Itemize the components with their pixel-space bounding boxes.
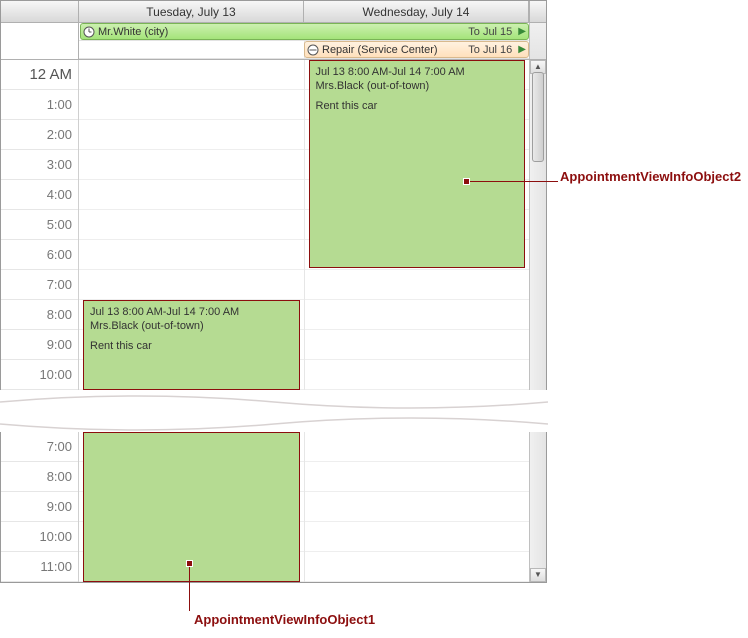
callout-dot-2 — [463, 178, 470, 185]
allday-end-label: To Jul 16 — [465, 42, 515, 58]
time-label: 8:00 — [1, 300, 78, 330]
allday-label: Mr.White (city) — [98, 24, 168, 40]
scroll-gutter-header — [529, 1, 546, 22]
appointment-body: Rent this car — [90, 339, 293, 353]
day-columns[interactable] — [79, 432, 529, 582]
vertical-scrollbar[interactable]: ▲ — [529, 60, 546, 390]
time-label: 7:00 — [1, 432, 78, 462]
callout-label-2: AppointmentViewInfoObject2 — [560, 169, 741, 184]
appointment-block-2[interactable]: Jul 13 8:00 AM-Jul 14 7:00 AM Mrs.Black … — [309, 60, 526, 268]
allday-cell — [79, 41, 305, 58]
day-header-2[interactable]: Wednesday, July 14 — [304, 1, 529, 22]
appointment-block-1[interactable]: Jul 13 8:00 AM-Jul 14 7:00 AM Mrs.Black … — [83, 300, 300, 390]
time-label: 9:00 — [1, 492, 78, 522]
time-label: 3:00 — [1, 150, 78, 180]
time-label: 6:00 — [1, 240, 78, 270]
scroll-down-button[interactable]: ▼ — [530, 568, 546, 582]
time-label: 10:00 — [1, 522, 78, 552]
time-label: 12 AM — [1, 60, 78, 90]
time-ruler: 12 AM 1:00 2:00 3:00 4:00 5:00 6:00 7:00… — [1, 60, 79, 390]
timeslot-body-top: 12 AM 1:00 2:00 3:00 4:00 5:00 6:00 7:00… — [1, 60, 546, 390]
allday-appointment-mrwhite[interactable]: Mr.White (city) To Jul 15 ▶ — [80, 23, 529, 40]
appointment-time: Jul 13 8:00 AM-Jul 14 7:00 AM — [90, 305, 293, 319]
content-break — [0, 390, 548, 426]
time-label: 10:00 — [1, 360, 78, 390]
clock-strike-icon — [307, 44, 319, 56]
day-header-1[interactable]: Tuesday, July 13 — [79, 1, 304, 22]
allday-scroll-gutter — [529, 23, 546, 59]
callout-line-1 — [189, 567, 190, 611]
allday-grid[interactable]: Mr.White (city) To Jul 15 ▶ Repair (Serv… — [79, 23, 529, 59]
time-label: 8:00 — [1, 462, 78, 492]
callout-dot-1 — [186, 560, 193, 567]
day-col-2[interactable] — [305, 432, 530, 582]
time-label: 2:00 — [1, 120, 78, 150]
time-label: 4:00 — [1, 180, 78, 210]
appointment-title: Mrs.Black (out-of-town) — [90, 319, 293, 333]
vertical-scrollbar[interactable]: ▼ — [529, 432, 546, 582]
time-label: 9:00 — [1, 330, 78, 360]
scroll-thumb[interactable] — [532, 72, 544, 162]
allday-gutter — [1, 23, 79, 59]
allday-area: Mr.White (city) To Jul 15 ▶ Repair (Serv… — [1, 23, 546, 60]
time-label: 7:00 — [1, 270, 78, 300]
time-gutter-header — [1, 1, 79, 22]
appointment-body: Rent this car — [316, 99, 519, 113]
timeslot-body-bottom: 7:00 8:00 9:00 10:00 11:00 — [1, 432, 546, 582]
day-col-1[interactable]: Jul 13 8:00 AM-Jul 14 7:00 AM Mrs.Black … — [79, 60, 305, 390]
callout-line-2 — [470, 181, 558, 182]
arrow-right-icon: ▶ — [518, 42, 526, 58]
scheduler-top: Tuesday, July 13 Wednesday, July 14 Mr — [0, 0, 547, 391]
allday-end-label: To Jul 15 — [465, 24, 515, 40]
appointment-title: Mrs.Black (out-of-town) — [316, 79, 519, 93]
scheduler-bottom: 7:00 8:00 9:00 10:00 11:00 — [0, 432, 547, 583]
arrow-right-icon: ▶ — [518, 24, 526, 40]
allday-appointment-repair[interactable]: Repair (Service Center) To Jul 16 ▶ — [304, 41, 529, 58]
appointment-time: Jul 13 8:00 AM-Jul 14 7:00 AM — [316, 65, 519, 79]
callout-label-1: AppointmentViewInfoObject1 — [194, 612, 375, 627]
day-header-row: Tuesday, July 13 Wednesday, July 14 — [1, 1, 546, 23]
time-label: 1:00 — [1, 90, 78, 120]
day-columns[interactable]: Jul 13 8:00 AM-Jul 14 7:00 AM Mrs.Black … — [79, 60, 529, 390]
time-ruler: 7:00 8:00 9:00 10:00 11:00 — [1, 432, 79, 582]
time-label: 5:00 — [1, 210, 78, 240]
allday-label: Repair (Service Center) — [322, 42, 438, 58]
day-col-2[interactable]: Jul 13 8:00 AM-Jul 14 7:00 AM Mrs.Black … — [305, 60, 530, 390]
time-label: 11:00 — [1, 552, 78, 582]
clock-icon — [83, 26, 95, 38]
